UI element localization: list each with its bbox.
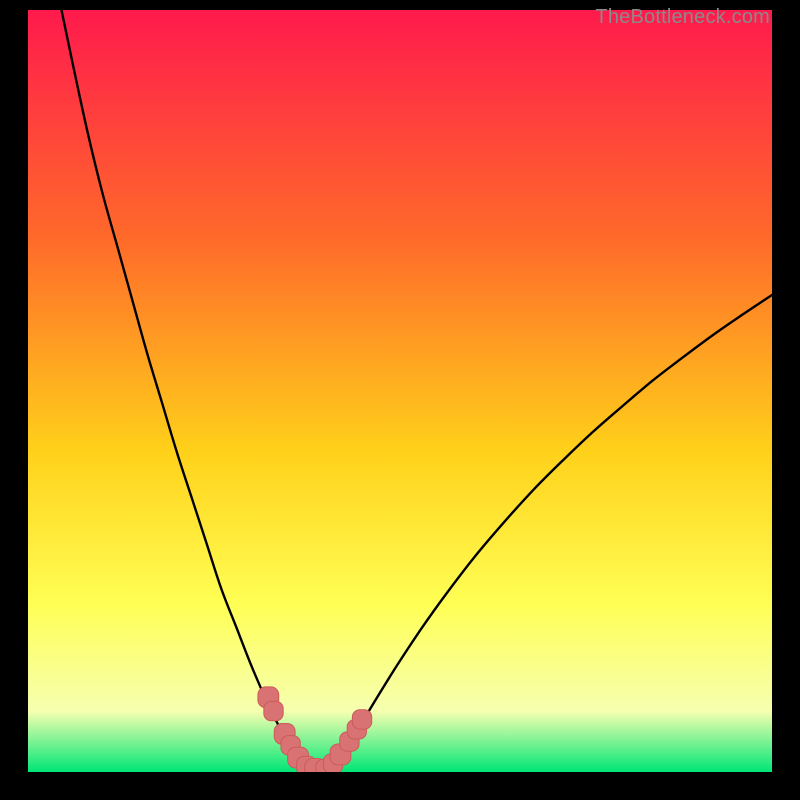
- marker-12: [352, 710, 371, 729]
- bottleneck-chart: [28, 10, 772, 772]
- plot-background: [28, 10, 772, 772]
- marker-1: [264, 701, 283, 720]
- watermark-label: TheBottleneck.com: [595, 6, 770, 29]
- chart-frame: TheBottleneck.com: [28, 10, 772, 772]
